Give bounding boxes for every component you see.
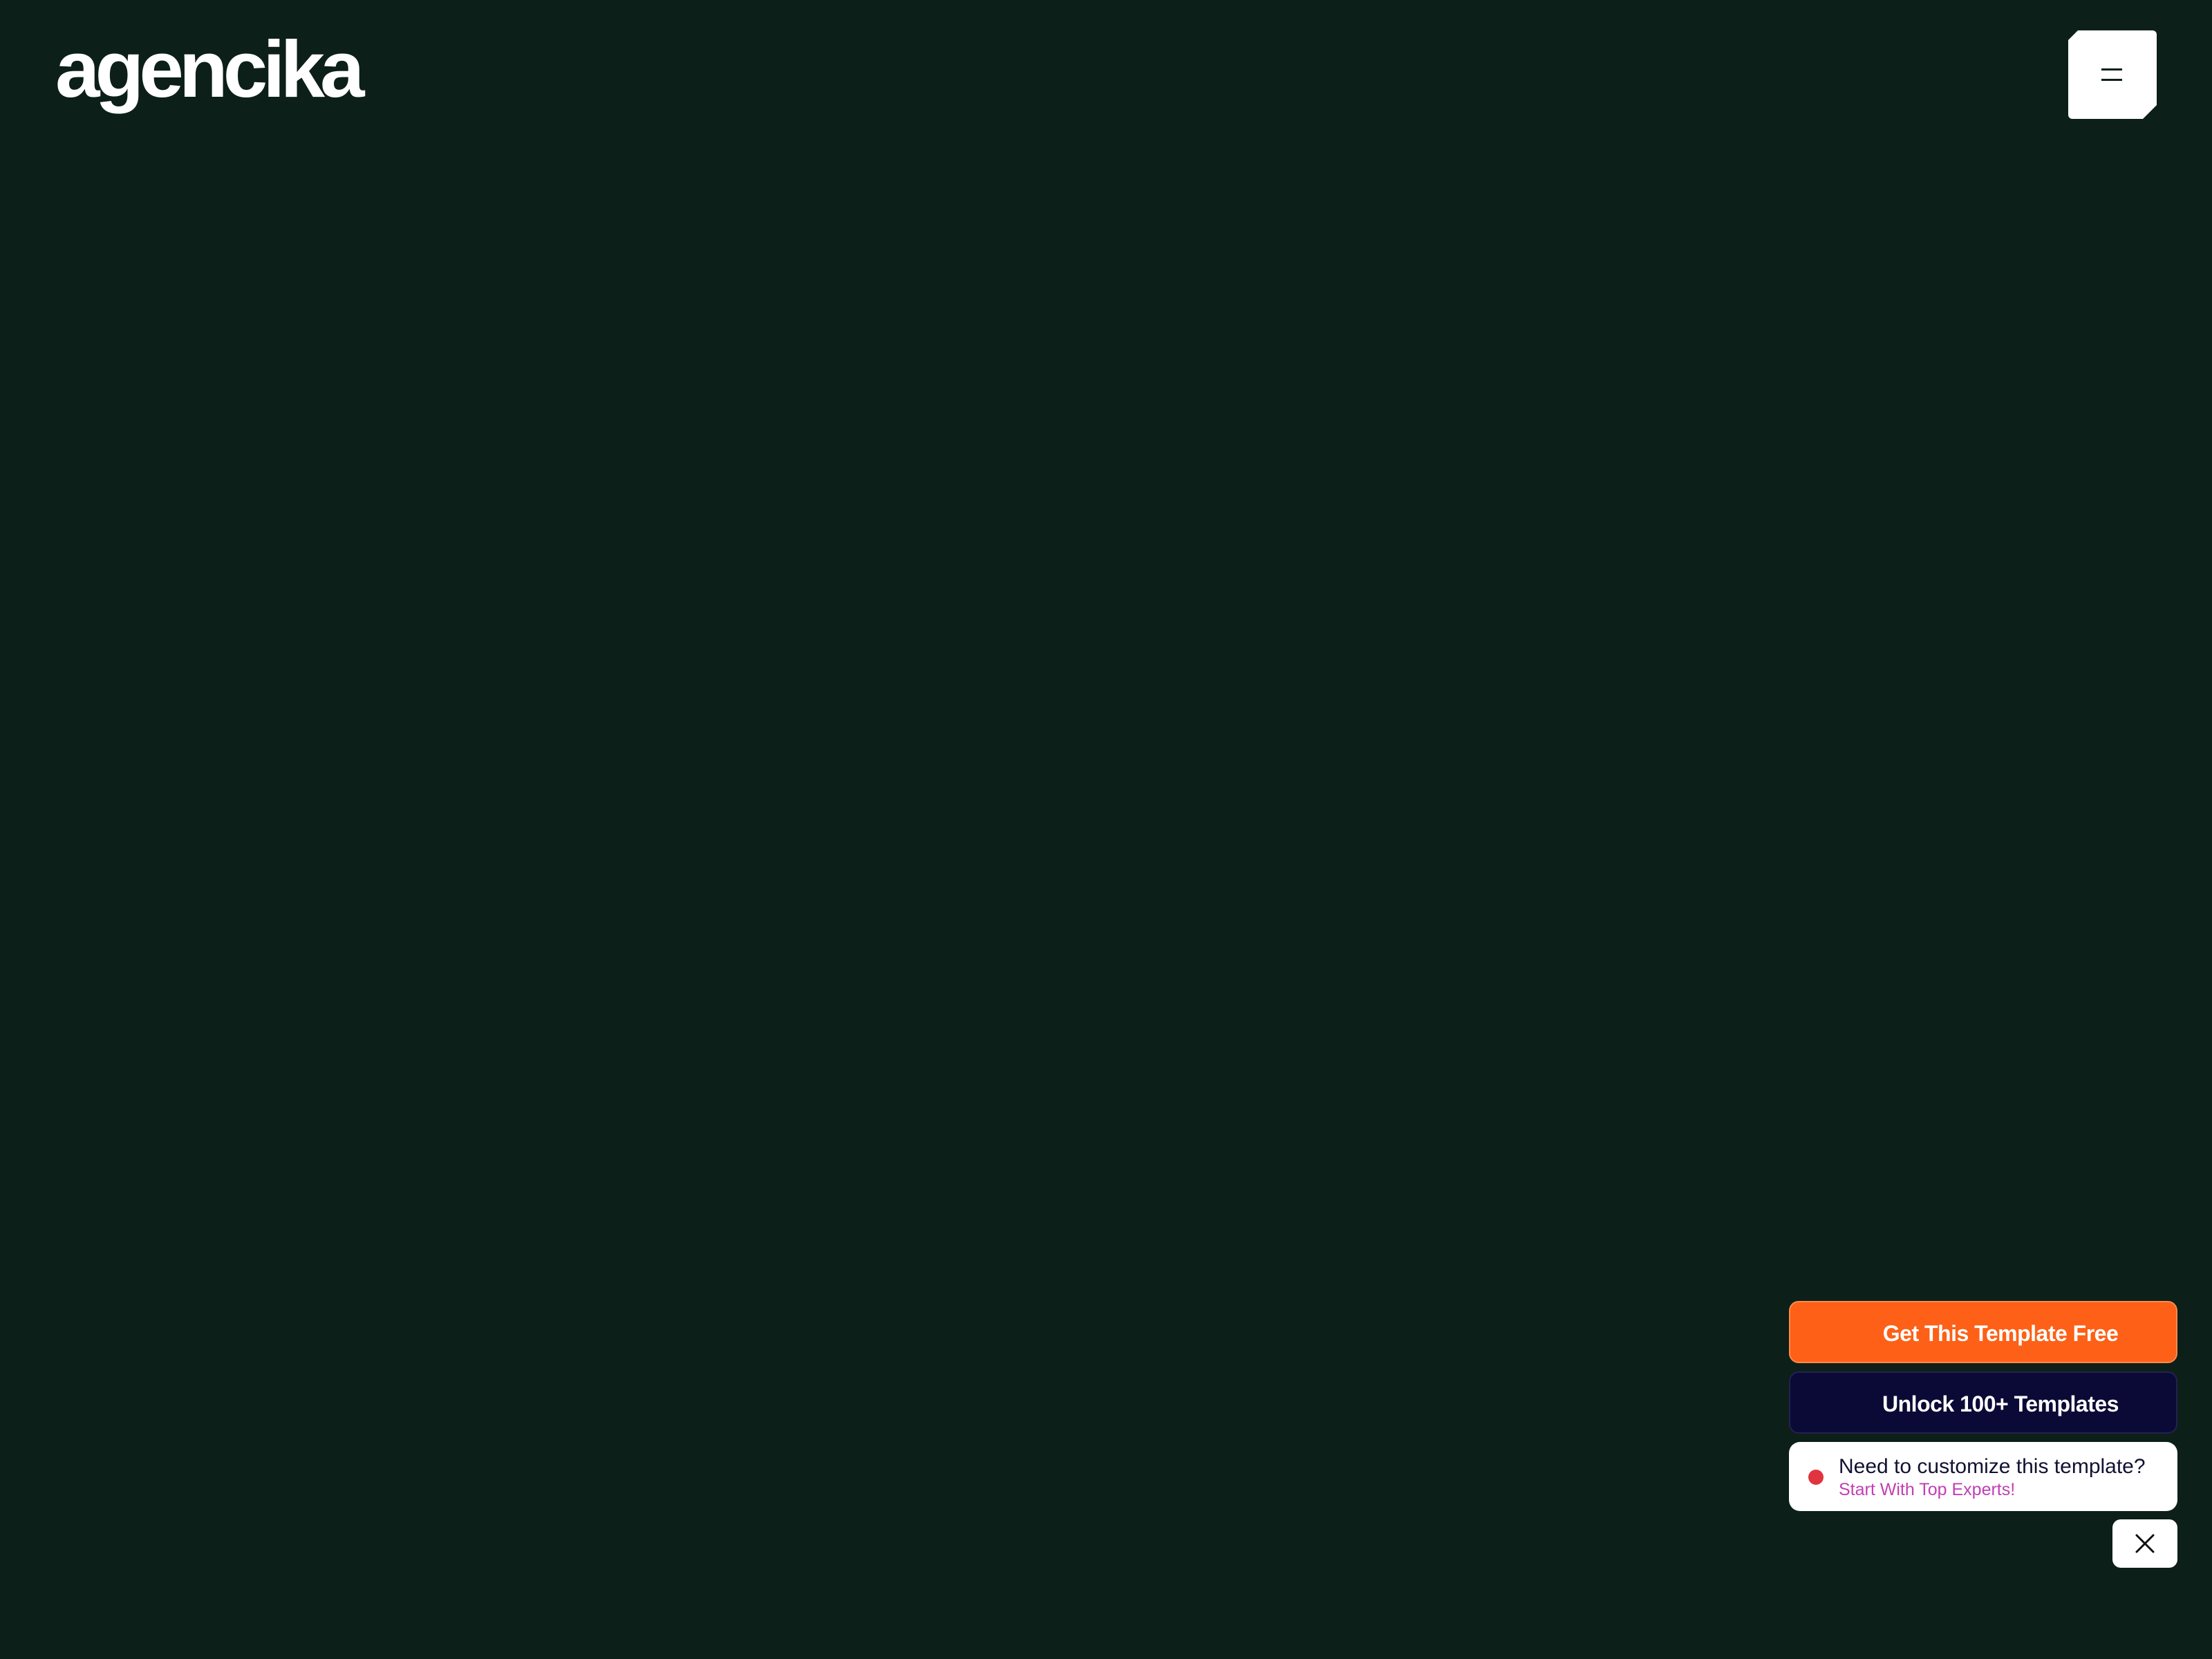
- menu-button[interactable]: [2068, 30, 2157, 119]
- brand-logo[interactable]: agencika: [55, 21, 365, 118]
- top-experts-link[interactable]: Start With Top Experts!: [1839, 1479, 2015, 1500]
- unlock-templates-button[interactable]: Unlock 100+ Templates: [1789, 1371, 2177, 1434]
- menu-line-top: [2101, 68, 2122, 71]
- customize-template-card[interactable]: Need to customize this template? Start W…: [1789, 1442, 2177, 1511]
- status-dot-icon: [1808, 1470, 1824, 1485]
- get-template-free-button[interactable]: Get This Template Free: [1789, 1301, 2177, 1363]
- menu-line-bottom: [2101, 79, 2122, 81]
- close-icon: [2135, 1534, 2155, 1553]
- customize-card-title: Need to customize this template?: [1839, 1455, 2146, 1478]
- hamburger-menu-icon: [2101, 68, 2122, 81]
- page-background: agencika Get This Template Free Unlock 1…: [0, 0, 2212, 1659]
- close-promo-button[interactable]: [2112, 1519, 2177, 1568]
